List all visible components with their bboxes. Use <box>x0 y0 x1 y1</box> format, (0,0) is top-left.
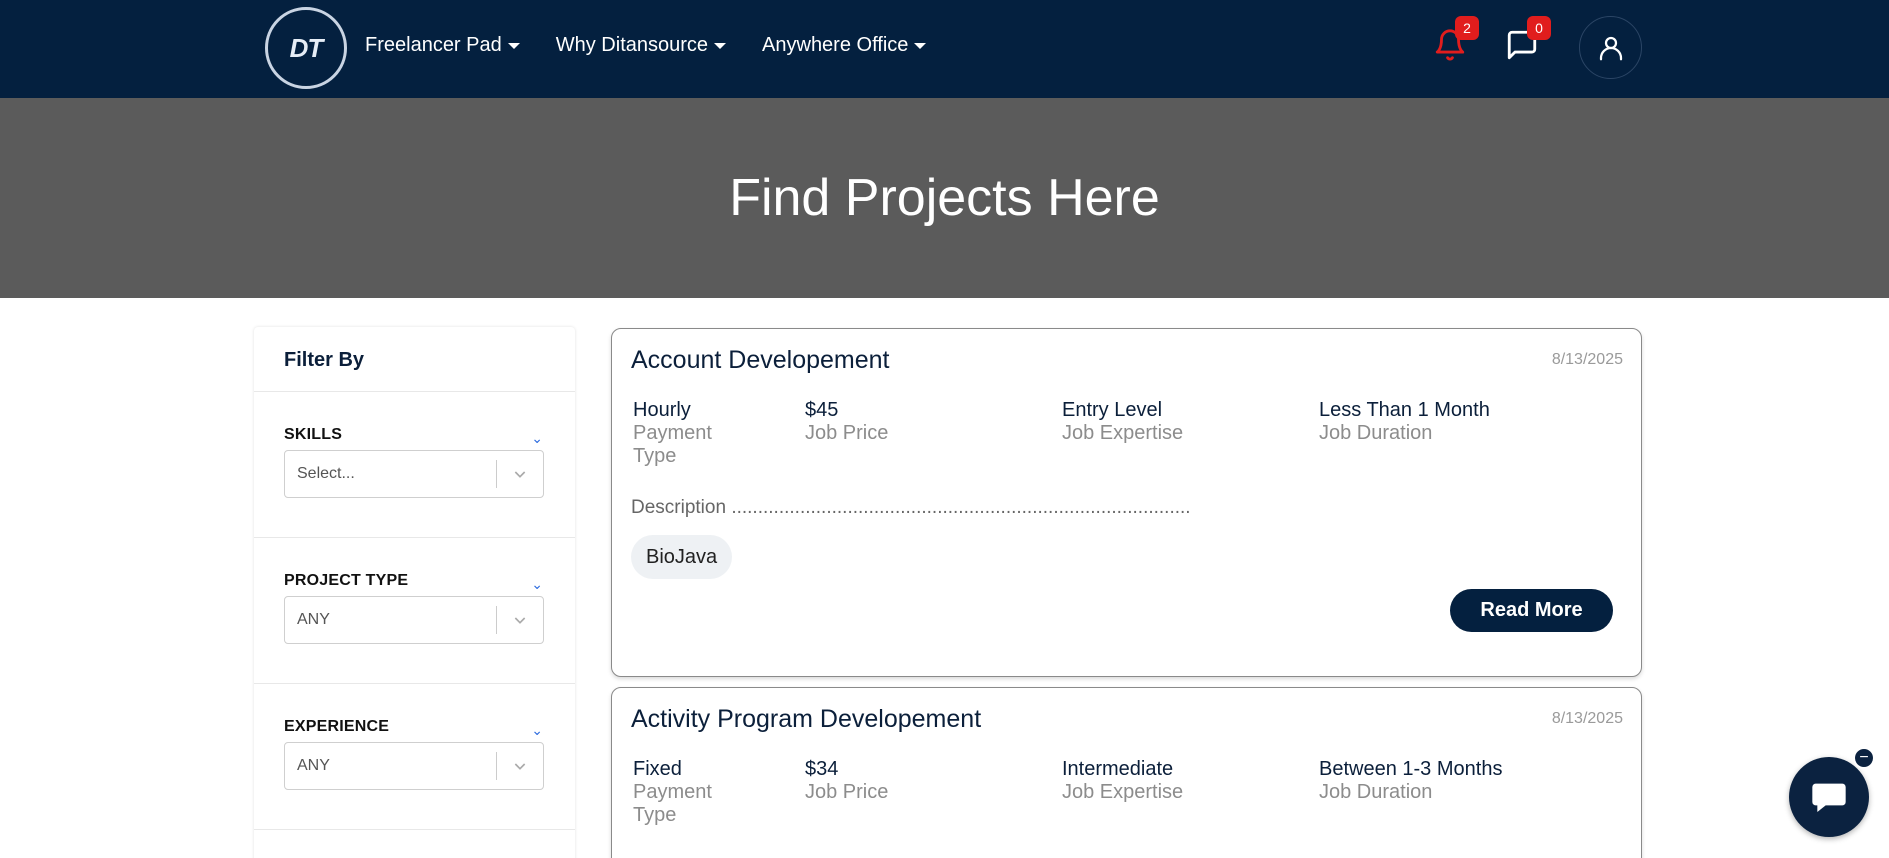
job-duration-value: Less Than 1 Month <box>1319 399 1490 421</box>
filter-skills-label: SKILLS <box>284 426 343 443</box>
collapse-chevron-icon[interactable]: ⌄ <box>531 576 543 593</box>
job-duration-field: Between 1-3 Months Job Duration <box>1319 758 1502 804</box>
job-price-field: $45 Job Price <box>805 399 888 445</box>
filter-heading: Filter By <box>254 327 575 392</box>
job-duration-value: Between 1-3 Months <box>1319 758 1503 780</box>
project-type-select[interactable]: ANY <box>284 596 544 644</box>
chevron-down-icon[interactable] <box>497 466 543 482</box>
nav-freelancer-pad-label: Freelancer Pad <box>365 34 502 56</box>
skill-tag[interactable]: BioJava <box>631 535 733 579</box>
chevron-down-icon[interactable] <box>497 612 543 628</box>
filter-skills: SKILLS ⌄ Select... <box>254 392 575 538</box>
filter-sidebar: Filter By SKILLS ⌄ Select... PROJECT TYP… <box>254 327 575 858</box>
project-type-select-value: ANY <box>297 611 330 628</box>
caret-down-icon <box>714 42 727 49</box>
filter-project-type: PROJECT TYPE ⌄ ANY <box>254 538 575 684</box>
skills-select-value: Select... <box>297 465 355 482</box>
project-card: Account Developement 8/13/2025 Hourly Pa… <box>611 328 1642 677</box>
minimize-chat-button[interactable]: − <box>1853 747 1875 769</box>
job-expertise-field: Entry Level Job Expertise <box>1062 399 1183 445</box>
filter-experience-label: EXPERIENCE <box>284 718 390 735</box>
job-expertise-value: Entry Level <box>1062 399 1163 421</box>
job-price-field: $34 Job Price <box>805 758 888 804</box>
user-account-button[interactable] <box>1579 16 1642 79</box>
filter-project-type-label: PROJECT TYPE <box>284 572 409 589</box>
experience-select[interactable]: ANY <box>284 742 544 790</box>
job-expertise-label: Job Expertise <box>1062 781 1184 803</box>
project-date: 8/13/2025 <box>1551 351 1623 368</box>
job-expertise-label: Job Expertise <box>1062 422 1184 444</box>
payment-type-field: Fixed Payment Type <box>633 758 733 827</box>
job-expertise-field: Intermediate Job Expertise <box>1062 758 1183 804</box>
experience-select-value: ANY <box>297 757 330 774</box>
read-more-button[interactable]: Read More <box>1450 589 1613 632</box>
payment-type-label: Payment Type <box>633 422 712 467</box>
job-price-label: Job Price <box>805 781 889 803</box>
notifications-button[interactable]: 2 <box>1433 16 1479 64</box>
chevron-down-icon[interactable] <box>497 758 543 774</box>
user-icon <box>1599 36 1622 60</box>
nav-anywhere-office-label: Anywhere Office <box>762 34 909 56</box>
hero-banner: Find Projects Here <box>0 98 1889 298</box>
caret-down-icon <box>914 42 927 49</box>
project-title[interactable]: Activity Program Developement <box>631 705 981 734</box>
messages-button[interactable]: 0 <box>1505 16 1551 64</box>
project-description: Description ............................… <box>631 497 1191 518</box>
job-price-value: $45 <box>805 399 839 421</box>
collapse-chevron-icon[interactable]: ⌄ <box>531 722 543 739</box>
collapse-chevron-icon[interactable]: ⌄ <box>531 430 543 447</box>
top-navbar: DT Freelancer Pad Why Ditansource Anywhe… <box>0 0 1889 98</box>
main-menu: Freelancer Pad Why Ditansource Anywhere … <box>365 34 927 57</box>
messages-badge: 0 <box>1527 16 1551 40</box>
notifications-badge: 2 <box>1455 16 1479 40</box>
logo-text: DT <box>289 32 324 63</box>
payment-type-value: Hourly <box>633 399 691 421</box>
project-title[interactable]: Account Developement <box>631 346 889 375</box>
ditansource-logo[interactable]: DT <box>265 7 347 89</box>
job-expertise-value: Intermediate <box>1062 758 1174 780</box>
nav-anywhere-office[interactable]: Anywhere Office <box>762 34 927 57</box>
nav-why-ditansource-label: Why Ditansource <box>555 34 709 56</box>
filter-experience: EXPERIENCE ⌄ ANY <box>254 684 575 830</box>
payment-type-value: Fixed <box>633 758 682 780</box>
job-price-label: Job Price <box>805 422 889 444</box>
skills-select[interactable]: Select... <box>284 450 544 498</box>
project-date: 8/13/2025 <box>1551 710 1623 727</box>
job-price-value: $34 <box>805 758 839 780</box>
nav-freelancer-pad[interactable]: Freelancer Pad <box>365 34 520 57</box>
page-title: Find Projects Here <box>729 169 1160 227</box>
payment-type-field: Hourly Payment Type <box>633 399 733 468</box>
job-duration-label: Job Duration <box>1319 422 1433 444</box>
job-duration-field: Less Than 1 Month Job Duration <box>1319 399 1490 445</box>
payment-type-label: Payment Type <box>633 781 712 826</box>
chat-icon <box>1812 783 1846 812</box>
live-chat-button[interactable] <box>1789 757 1869 837</box>
nav-why-ditansource[interactable]: Why Ditansource <box>555 34 727 57</box>
caret-down-icon <box>507 42 520 49</box>
job-duration-label: Job Duration <box>1319 781 1433 803</box>
project-card: Activity Program Developement 8/13/2025 … <box>611 687 1642 858</box>
